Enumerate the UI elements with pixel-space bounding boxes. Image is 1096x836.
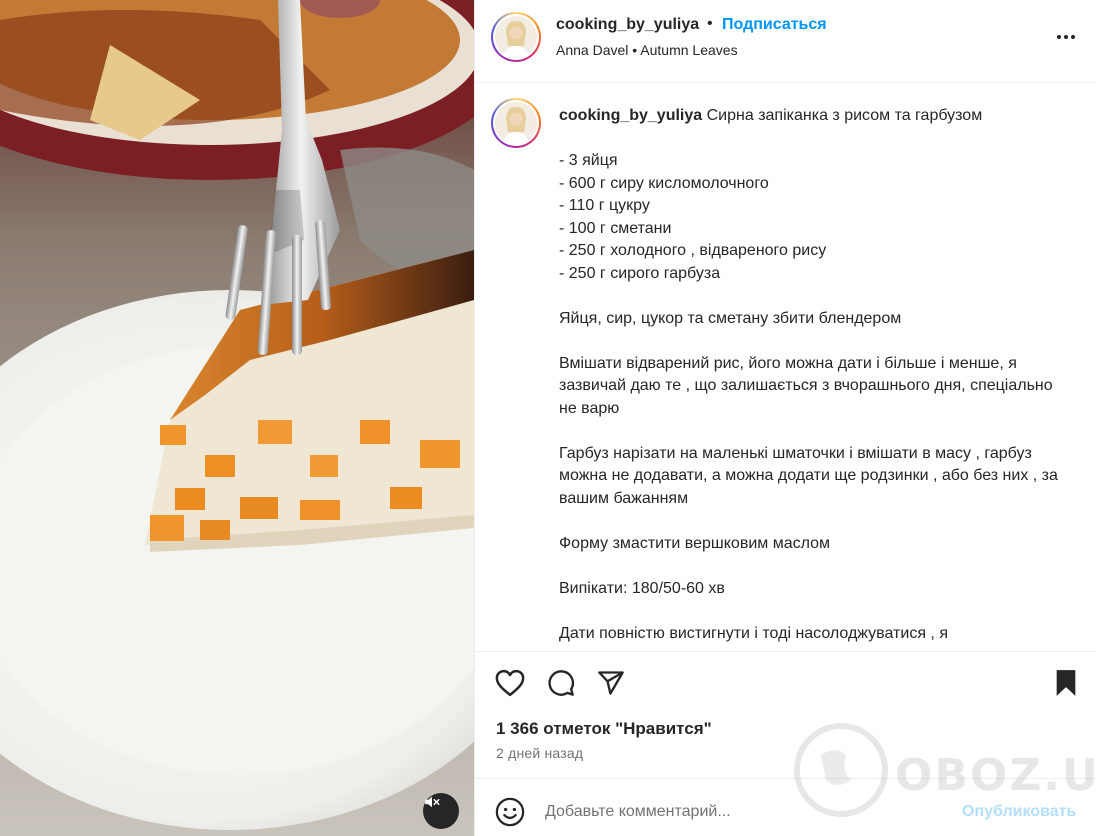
post-media[interactable] [0, 0, 474, 836]
food-photo [0, 0, 474, 836]
share-button[interactable] [594, 666, 628, 700]
comment-button[interactable] [544, 666, 578, 700]
action-bar: 1 366 отметок "Нравится" 2 дней назад [475, 651, 1096, 776]
likes-count[interactable]: 1 366 отметок "Нравится" [496, 719, 712, 739]
username-link[interactable]: cooking_by_yuliya [556, 16, 699, 34]
publish-comment-button[interactable]: Опубликовать [962, 803, 1076, 821]
post-panel: cooking_by_yuliya • Подписаться Anna Dav… [474, 0, 1096, 836]
mute-button[interactable] [423, 793, 459, 829]
save-button[interactable] [1049, 666, 1083, 700]
more-horizontal-icon [1057, 35, 1061, 39]
separator-dot: • [707, 15, 713, 32]
caption-scroll-area[interactable]: cooking_by_yuliya Сирна запіканка з рисо… [475, 84, 1096, 650]
comment-bar: Опубликовать [475, 778, 1096, 836]
emoji-button[interactable] [495, 797, 525, 827]
heart-icon [495, 669, 525, 697]
avatar-image [495, 102, 537, 144]
bookmark-icon [1056, 670, 1076, 696]
post-timestamp[interactable]: 2 дней назад [496, 745, 583, 761]
audio-link[interactable]: Anna Davel • Autumn Leaves [556, 42, 738, 58]
share-icon [598, 671, 624, 695]
avatar-image [495, 16, 537, 58]
post-header: cooking_by_yuliya • Подписаться Anna Dav… [475, 0, 1096, 83]
emoji-icon [495, 797, 525, 827]
like-button[interactable] [493, 666, 527, 700]
comment-input[interactable] [545, 799, 945, 825]
caption-avatar[interactable] [491, 98, 541, 148]
post-caption: cooking_by_yuliya Сирна запіканка з рисо… [559, 105, 1069, 645]
follow-button[interactable]: Подписаться [722, 16, 827, 34]
avatar[interactable] [491, 12, 541, 62]
speaker-muted-icon [425, 796, 440, 808]
caption-text: Сирна запіканка з рисом та гарбузом - 3 … [559, 107, 1058, 642]
comment-icon [548, 670, 575, 696]
more-options-button[interactable] [1053, 27, 1079, 47]
caption-username[interactable]: cooking_by_yuliya [559, 107, 702, 124]
